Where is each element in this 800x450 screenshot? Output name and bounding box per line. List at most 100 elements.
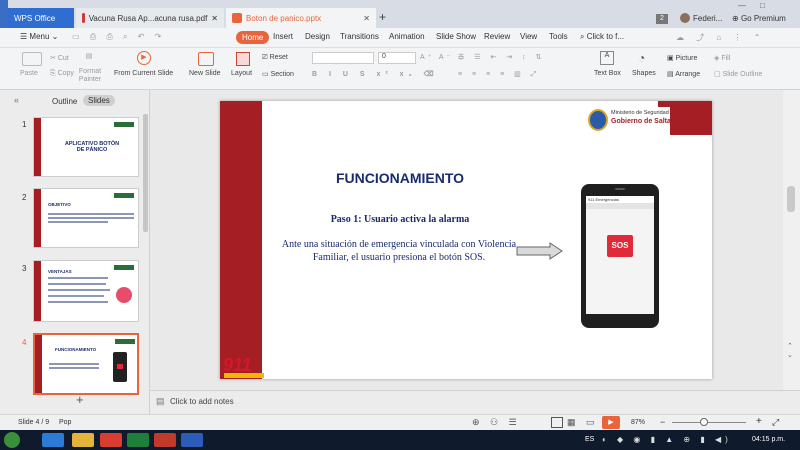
ie-icon[interactable]: [42, 433, 64, 447]
section-button[interactable]: ▭ Section: [262, 70, 294, 78]
tab-view[interactable]: View: [520, 32, 537, 41]
close-icon[interactable]: ✕: [211, 14, 218, 23]
text-box-button[interactable]: Text Box: [594, 70, 621, 77]
zoom-slider-thumb[interactable]: [700, 418, 708, 426]
thumb-text-line: [48, 217, 134, 219]
start-button[interactable]: [4, 432, 20, 448]
tab-pptx[interactable]: Boton de panico.pptx ✕: [226, 8, 376, 28]
fill-button[interactable]: ◈ Fill: [714, 54, 730, 62]
status-bar: Slide 4 / 9 Pop ⊕ ⚇ ☰ ▦ ▭ ▯ ▶ 87% − + ⤢: [0, 414, 800, 430]
arrange-button[interactable]: ▤ Arrange: [667, 70, 700, 78]
slide-body[interactable]: Ante una situación de emergencia vincula…: [280, 238, 518, 264]
paste-button[interactable]: Paste: [20, 70, 38, 77]
copy-label: Copy: [57, 70, 74, 77]
zoom-out-button[interactable]: −: [660, 417, 665, 427]
chrome-icon[interactable]: [100, 433, 122, 447]
clock: 04:15 p.m.: [752, 436, 786, 443]
paragraph-icons[interactable]: ☰ ☰ ⇤ ⇥ ↕ ⇅: [458, 53, 545, 61]
theme-name: Pop: [59, 419, 72, 426]
tab-transitions[interactable]: Transitions: [340, 32, 379, 41]
status-tools[interactable]: ⊕ ⚇ ☰: [472, 417, 521, 428]
add-slide-button[interactable]: +: [76, 392, 84, 407]
slide-thumbnail-3[interactable]: VENTAJAS: [33, 260, 139, 322]
panel-scrollbar[interactable]: [143, 114, 148, 232]
close-icon[interactable]: ✕: [363, 14, 370, 23]
thumb-text-line: [49, 363, 99, 365]
excel-icon[interactable]: [127, 433, 149, 447]
sos-button: SOS: [607, 235, 633, 257]
window-controls[interactable]: —□: [738, 1, 779, 10]
explorer-icon[interactable]: [72, 433, 94, 447]
page-nav-icons[interactable]: ⌃ ⌄: [787, 342, 793, 360]
tab-home[interactable]: Home: [236, 31, 270, 44]
new-slide-button[interactable]: New Slide: [189, 70, 221, 77]
zoom-in-button[interactable]: +: [756, 416, 762, 427]
language-indicator[interactable]: ES: [585, 436, 594, 443]
search-box[interactable]: ⌕ Click to f...: [580, 32, 624, 42]
logo-icon: [114, 122, 134, 127]
thumb-text-line: [48, 301, 108, 303]
tray-icons[interactable]: ◐ ◆ ◉ ▮ ▲ ⊕ ▮ ◀): [602, 435, 732, 444]
format-painter-button[interactable]: Format Painter: [76, 68, 104, 84]
layout-button[interactable]: Layout: [231, 70, 252, 77]
tab-design[interactable]: Design: [305, 32, 330, 41]
text-format-icons[interactable]: B I U S x² x₂ ⌫: [312, 70, 439, 78]
shapes-icon: ◔: [638, 51, 646, 65]
notes-pane[interactable]: ▤ Click to add notes: [150, 390, 800, 414]
search-icon: ⌕: [580, 32, 585, 41]
tab-review[interactable]: Review: [484, 32, 510, 41]
pdf-icon: [82, 13, 85, 23]
app-edge: [0, 0, 8, 28]
tab-slide-show[interactable]: Slide Show: [436, 32, 476, 41]
quick-access-icons[interactable]: ▭ ⎙ ⎙ ⌕ ↶ ↷: [72, 32, 165, 42]
font-name-field[interactable]: [312, 52, 374, 64]
vertical-scrollbar[interactable]: ⌃ ⌄: [783, 90, 800, 390]
slide-thumbnail-4[interactable]: FUNCIONAMIENTO: [33, 333, 139, 395]
zoom-slider[interactable]: [672, 422, 746, 423]
shapes-button[interactable]: Shapes: [632, 70, 656, 77]
tab-wps-office[interactable]: WPS Office: [8, 8, 74, 28]
zoom-level[interactable]: 87%: [631, 419, 645, 426]
copy-button[interactable]: ⎘ Copy: [50, 70, 74, 78]
menu-label: Menu: [29, 32, 50, 41]
wps-icon[interactable]: [154, 433, 176, 447]
cut-button[interactable]: ✂ Cut: [50, 54, 69, 62]
font-size-field[interactable]: 0: [378, 52, 416, 64]
tab-insert[interactable]: Insert: [273, 32, 293, 41]
premium-label: Go Premium: [740, 14, 786, 23]
slide-canvas[interactable]: Ministerio de Seguridad Gobierno de Salt…: [220, 101, 712, 379]
ribbon: Paste ✂ Cut ⎘ Copy ▤ Format Painter ▶ Fr…: [0, 48, 800, 90]
word-icon[interactable]: [181, 433, 203, 447]
notes-placeholder[interactable]: Click to add notes: [170, 397, 234, 406]
menu-button[interactable]: ☰ Menu ⌄: [20, 32, 58, 41]
slide-outline-button[interactable]: ▢ Slide Outline: [714, 70, 762, 78]
slide-title[interactable]: FUNCIONAMIENTO: [300, 170, 500, 186]
scroll-thumb[interactable]: [787, 186, 795, 212]
slide-thumbnail-1[interactable]: APLICATIVO BOTÓN DE PÁNICO: [33, 117, 139, 177]
tab-animation[interactable]: Animation: [389, 32, 425, 41]
go-premium-button[interactable]: ⊕ Go Premium: [732, 14, 786, 23]
slide-thumbnail-2[interactable]: OBJETIVO: [33, 188, 139, 248]
tab-slides[interactable]: Slides: [83, 95, 115, 106]
collab-icons[interactable]: ☁ ⤴ ⌂ ⋮ ⌃: [676, 32, 765, 43]
user-name[interactable]: Federi...: [693, 14, 722, 23]
scissors-icon: ✂: [50, 55, 56, 62]
play-slideshow-button[interactable]: ▶: [602, 416, 620, 429]
from-current-slide-button[interactable]: From Current Slide: [114, 70, 173, 77]
align-icons[interactable]: ≡ ≡ ≡ ≡ ▥ ⤢: [458, 70, 540, 79]
picture-button[interactable]: ▣ Picture: [667, 54, 697, 62]
avatar[interactable]: [680, 13, 690, 23]
tab-label: WPS Office: [14, 13, 56, 23]
thumb-text-line: [49, 367, 99, 369]
reset-button[interactable]: ⎚ Reset: [262, 54, 288, 62]
fit-window-icon[interactable]: ⤢: [772, 417, 779, 428]
new-slide-icon: [198, 52, 214, 66]
new-tab-button[interactable]: +: [379, 10, 386, 24]
collapse-panel-icon[interactable]: «: [14, 95, 19, 105]
tab-pdf[interactable]: Vacuna Rusa Ap...acuna rusa.pdf ✕: [76, 8, 224, 28]
normal-view-icon[interactable]: [551, 417, 563, 428]
tab-tools[interactable]: Tools: [549, 32, 568, 41]
slide-subtitle[interactable]: Paso 1: Usuario activa la alarma: [290, 214, 510, 225]
tab-outline[interactable]: Outline: [52, 97, 77, 106]
tab-count-badge[interactable]: 2: [656, 14, 668, 24]
